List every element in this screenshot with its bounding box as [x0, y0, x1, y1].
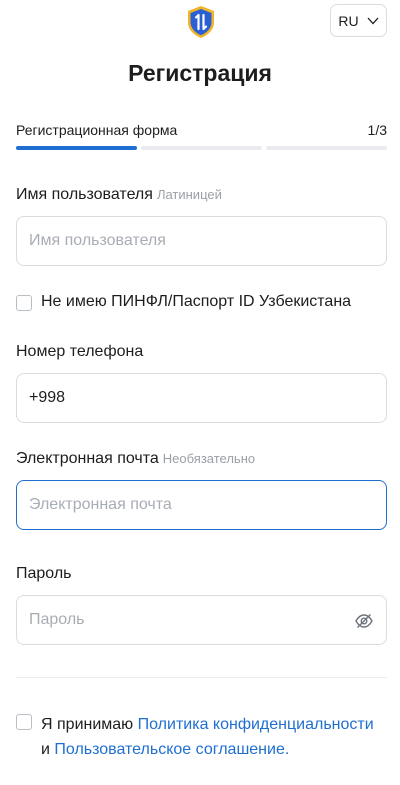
email-placeholder: Электронная почта [29, 496, 172, 513]
username-placeholder: Имя пользователя [29, 232, 166, 249]
email-input[interactable]: Электронная почта [16, 480, 387, 530]
terms-text: Я принимаю Политика конфиденциальности и… [41, 712, 381, 762]
step-label: Регистрационная форма [16, 122, 178, 138]
shield-logo-icon [188, 6, 214, 38]
no-pinfl-checkbox-row[interactable]: Не имею ПИНФЛ/Паспорт ID Узбекистана [16, 293, 351, 311]
username-hint: Латиницей [156, 187, 222, 202]
email-hint: Необязательно [162, 451, 256, 466]
terms-row: Я принимаю Политика конфиденциальности и… [16, 712, 387, 762]
eye-slash-icon[interactable] [354, 611, 374, 631]
divider [16, 677, 387, 678]
password-input[interactable]: Пароль [16, 595, 387, 645]
terms-conjunction: и [41, 741, 55, 758]
terms-prefix: Я принимаю [41, 716, 138, 733]
username-input[interactable]: Имя пользователя [16, 216, 387, 266]
header: RU [0, 0, 400, 48]
user-agreement-link[interactable]: Пользовательское соглашение. [54, 741, 289, 758]
username-label-text: Имя пользователя [16, 186, 153, 203]
language-label: RU [338, 12, 359, 29]
password-label: Пароль [16, 565, 72, 583]
page-title: Регистрация [128, 60, 272, 86]
progress-segment-3 [266, 146, 387, 150]
email-label: Электронная почта Необязательно [16, 450, 255, 468]
phone-label: Номер телефона [16, 343, 143, 361]
privacy-policy-link[interactable]: Политика конфиденциальности [138, 716, 374, 733]
terms-checkbox[interactable] [16, 714, 32, 730]
step-counter: 1/3 [367, 122, 387, 138]
progress-segment-1 [16, 146, 137, 150]
language-select[interactable]: RU [330, 4, 387, 37]
email-label-text: Электронная почта [16, 450, 159, 467]
password-placeholder: Пароль [29, 611, 85, 628]
phone-label-text: Номер телефона [16, 343, 144, 360]
chevron-down-icon [367, 17, 379, 24]
no-pinfl-label: Не имею ПИНФЛ/Паспорт ID Узбекистана [41, 293, 352, 310]
no-pinfl-checkbox[interactable] [16, 295, 32, 311]
username-label: Имя пользователя Латиницей [16, 186, 222, 204]
step-progress-bar [16, 146, 387, 150]
step-indicator: Регистрационная форма 1/3 [16, 122, 387, 138]
phone-input[interactable]: +998 [16, 373, 387, 423]
progress-segment-2 [141, 146, 262, 150]
phone-value: +998 [29, 389, 66, 406]
password-label-text: Пароль [16, 565, 72, 582]
